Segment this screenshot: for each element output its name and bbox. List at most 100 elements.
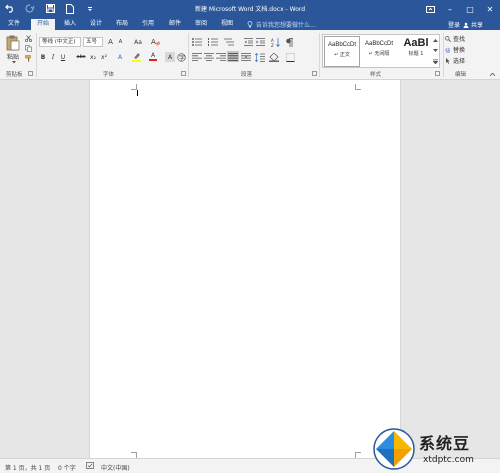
clipboard-launcher-icon[interactable] [28, 71, 33, 76]
document-workspace [0, 80, 500, 458]
share-button[interactable]: 共享 [463, 20, 483, 29]
watermark-url: xtdptc.com [423, 455, 474, 465]
language-indicator[interactable]: 中文(中国) [101, 463, 130, 472]
paragraph-launcher-icon[interactable] [312, 71, 317, 76]
select-button[interactable]: 选择 [445, 56, 475, 65]
italic-button[interactable]: I [49, 52, 57, 62]
font-color-button[interactable]: A [148, 52, 158, 62]
ribbon-tabs: 文件 开始 插入 设计 布局 引用 邮件 审阅 视图 告诉我您想要做什么... … [0, 18, 500, 30]
paste-dropdown-icon[interactable] [11, 60, 17, 65]
replace-icon: ab [445, 47, 450, 52]
line-spacing-icon[interactable] [254, 52, 266, 62]
cut-icon[interactable] [24, 34, 32, 42]
paragraph-group-label: 段落 [241, 72, 253, 78]
font-name-select[interactable]: 等线 (中文正) [39, 37, 81, 47]
close-button[interactable]: ✕ [480, 0, 500, 18]
tell-me-placeholder: 告诉我您想要做什么... [256, 22, 316, 29]
justify-icon[interactable] [227, 51, 239, 62]
highlight-icon[interactable] [131, 52, 141, 62]
tell-me-search[interactable]: 告诉我您想要做什么... [247, 20, 316, 29]
proofing-icon[interactable] [86, 462, 94, 471]
style-no-spacing[interactable]: AaBbCcDt ↵ 无间隔 [361, 36, 397, 67]
tab-home[interactable]: 开始 [31, 19, 55, 30]
logo-icon [373, 428, 415, 470]
collapse-ribbon-icon[interactable] [488, 71, 496, 77]
select-label: 选择 [453, 58, 466, 65]
sign-in-link[interactable]: 登录 [448, 20, 460, 29]
divider [188, 33, 189, 77]
tab-review[interactable]: 审阅 [190, 19, 212, 30]
grow-font-button[interactable]: A [106, 37, 115, 47]
align-right-icon[interactable] [215, 52, 227, 62]
numbering-icon[interactable] [207, 37, 219, 47]
tab-file[interactable]: 文件 [3, 19, 25, 30]
ribbon-home: 粘贴 剪贴板 等线 (中文正) 五号 A A Aa A B I U abc x₂… [0, 30, 500, 80]
styles-scroll-down-icon[interactable] [431, 45, 439, 55]
underline-button[interactable]: U [59, 52, 67, 62]
svg-text:A: A [151, 38, 156, 46]
style-normal[interactable]: AaBbCcDt ↵ 正文 [324, 36, 360, 67]
align-left-icon[interactable] [191, 52, 203, 62]
change-case-button[interactable]: Aa [131, 37, 145, 47]
paste-button[interactable]: 粘贴 [5, 52, 21, 61]
multilevel-list-icon[interactable] [223, 37, 235, 47]
styles-gallery: AaBbCcDt ↵ 正文 AaBbCcDt ↵ 无间隔 AaBl 标题 1 [322, 34, 440, 68]
svg-text:字: 字 [179, 54, 185, 62]
vertical-scrollbar[interactable] [492, 80, 500, 458]
font-size-select[interactable]: 五号 [83, 37, 103, 47]
strikethrough-button[interactable]: abc [75, 52, 87, 62]
borders-icon[interactable] [284, 52, 296, 62]
distributed-icon[interactable] [240, 52, 252, 62]
paste-icon[interactable] [5, 34, 21, 52]
divider [443, 33, 444, 77]
watermark-name: 系统豆 [419, 434, 471, 453]
style-name: ↵ 无间隔 [368, 51, 390, 57]
tab-design[interactable]: 设计 [85, 19, 107, 30]
clear-format-icon[interactable]: A [150, 36, 160, 46]
char-shading-button[interactable]: A [165, 52, 175, 62]
svg-text:ab: ab [445, 47, 450, 52]
bullets-icon[interactable] [191, 37, 203, 47]
show-marks-icon[interactable] [284, 37, 294, 47]
decrease-indent-icon[interactable] [243, 37, 253, 47]
ribbon-display-icon[interactable] [420, 0, 440, 18]
subscript-button[interactable]: x₂ [88, 52, 98, 62]
divider [36, 33, 37, 77]
text-cursor [137, 90, 138, 96]
tab-mailings[interactable]: 邮件 [164, 19, 186, 30]
tab-view[interactable]: 视图 [216, 19, 238, 30]
copy-icon[interactable] [24, 44, 32, 52]
bold-button[interactable]: B [39, 52, 47, 62]
margin-corner-mark [355, 84, 361, 90]
font-launcher-icon[interactable] [181, 71, 186, 76]
style-sample: AaBl [403, 37, 429, 49]
superscript-button[interactable]: x² [99, 52, 109, 62]
find-button[interactable]: 查找 [445, 34, 475, 43]
maximize-button[interactable]: □ [460, 0, 480, 18]
font-group-label: 字体 [103, 72, 115, 78]
styles-launcher-icon[interactable] [435, 71, 440, 76]
replace-label: 替换 [453, 47, 466, 54]
tab-layout[interactable]: 布局 [111, 19, 133, 30]
page-count[interactable]: 第 1 页，共 1 页 [5, 463, 50, 472]
shrink-font-button[interactable]: A [116, 37, 125, 47]
style-name: 标题 1 [408, 51, 424, 57]
enclosed-char-icon[interactable]: 字 [177, 52, 186, 62]
text-effects-button[interactable]: A [115, 52, 125, 62]
document-page[interactable] [89, 80, 401, 458]
styles-more-icon[interactable] [431, 56, 439, 66]
format-painter-icon[interactable] [24, 54, 32, 62]
svg-text:Z: Z [271, 43, 274, 47]
tab-references[interactable]: 引用 [137, 19, 159, 30]
shading-icon[interactable] [268, 52, 280, 62]
increase-indent-icon[interactable] [255, 37, 265, 47]
sort-icon[interactable]: AZ [270, 37, 280, 47]
style-heading-1[interactable]: AaBl 标题 1 [398, 36, 434, 67]
word-count[interactable]: 0 个字 [58, 463, 76, 472]
styles-group-label: 样式 [370, 72, 382, 78]
styles-scroll-up-icon[interactable] [431, 35, 439, 45]
align-center-icon[interactable] [203, 52, 215, 62]
tab-insert[interactable]: 插入 [59, 19, 81, 30]
replace-button[interactable]: ab 替换 [445, 45, 475, 55]
minimize-button[interactable]: – [440, 0, 460, 18]
